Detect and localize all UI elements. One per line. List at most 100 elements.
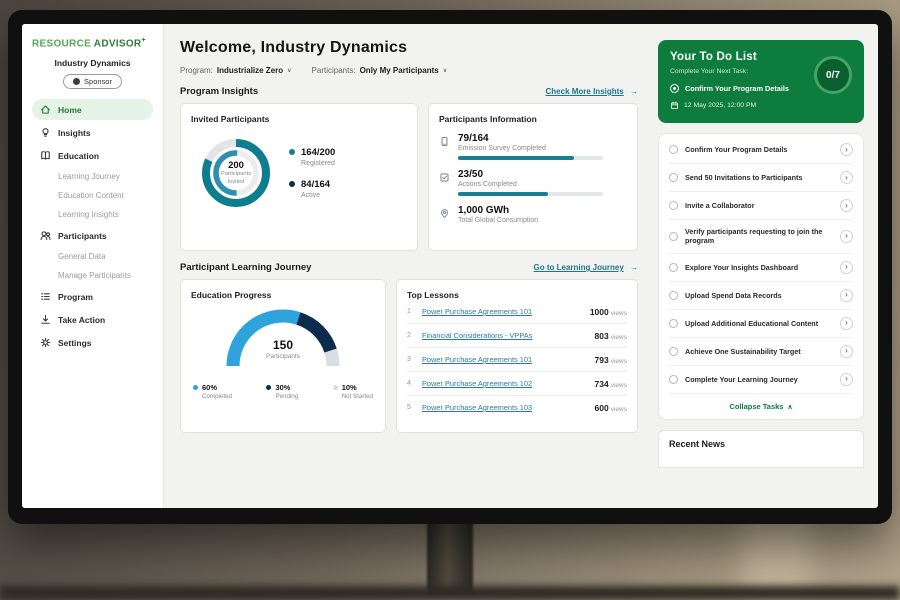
sidebar-item-program[interactable]: Program <box>32 286 153 307</box>
checkbox-icon[interactable] <box>669 375 678 384</box>
arrow-right-icon: → <box>630 263 638 272</box>
sidebar-item-label: Manage Participants <box>58 271 131 280</box>
chevron-right-icon[interactable]: › <box>840 289 853 302</box>
chevron-right-icon[interactable]: › <box>840 199 853 212</box>
lesson-link[interactable]: Power Purchase Agreements 101 <box>422 307 583 316</box>
radio-icon <box>670 84 679 93</box>
checkbox-icon[interactable] <box>669 232 678 241</box>
chevron-right-icon[interactable]: › <box>840 261 853 274</box>
lesson-link[interactable]: Power Purchase Agreements 102 <box>422 379 588 388</box>
gauge-center-label: Participants <box>219 353 347 360</box>
donut-legend: 164/200 Registered 84/164 Active <box>289 147 335 199</box>
sidebar-item-learning-insights[interactable]: Learning Insights <box>32 206 153 223</box>
legend-dot <box>193 385 198 390</box>
insights-cards: Invited Participants 200 Partic <box>180 103 638 251</box>
task-row[interactable]: Explore Your Insights Dashboard › <box>669 254 853 282</box>
sidebar: RESOURCE ADVISOR+ Industry Dynamics Spon… <box>22 24 164 508</box>
check-more-insights-link[interactable]: Check More Insights → <box>546 87 638 96</box>
checkbox-icon[interactable] <box>669 319 678 328</box>
chevron-right-icon[interactable]: › <box>840 373 853 386</box>
lesson-row[interactable]: 3 Power Purchase Agreements 101 793views <box>407 348 627 372</box>
participants-filter-dropdown[interactable]: Participants: Only My Participants ∨ <box>312 66 448 75</box>
go-to-learning-journey-link[interactable]: Go to Learning Journey → <box>534 263 638 272</box>
lesson-row[interactable]: 2 Financial Considerations - VPPAs 803vi… <box>407 324 627 348</box>
arrow-right-icon: → <box>630 87 638 96</box>
legend-label: Registered <box>301 160 335 167</box>
legend-dot <box>289 181 295 187</box>
sidebar-item-learning-journey[interactable]: Learning Journey <box>32 168 153 185</box>
filter-value: Only My Participants <box>360 66 439 75</box>
task-label: Confirm Your Program Details <box>685 145 833 154</box>
sidebar-item-settings[interactable]: Settings <box>32 332 153 353</box>
desk-edge <box>0 586 900 600</box>
legend-item-completed: 60% Completed <box>193 383 232 400</box>
filter-value: Industrialize Zero <box>217 66 283 75</box>
lesson-views: 734views <box>595 379 627 389</box>
stat-value: 1,000 GWh <box>458 205 538 216</box>
lesson-row[interactable]: 4 Power Purchase Agreements 102 734views <box>407 372 627 396</box>
stat-label: Emission Survey Completed <box>458 145 603 152</box>
program-filter-dropdown[interactable]: Program: Industrialize Zero ∨ <box>180 66 292 75</box>
sidebar-item-label: Take Action <box>58 315 105 325</box>
lesson-rank: 1 <box>407 308 415 315</box>
checkbox-icon[interactable] <box>669 201 678 210</box>
sidebar-item-manage-participants[interactable]: Manage Participants <box>32 267 153 284</box>
sidebar-item-take-action[interactable]: Take Action <box>32 309 153 330</box>
todo-due-date: 12 May 2025, 12:00 PM <box>670 101 852 110</box>
sidebar-item-home[interactable]: Home <box>32 99 153 120</box>
checkbox-icon[interactable] <box>669 173 678 182</box>
task-row[interactable]: Send 50 Invitations to Participants › <box>669 164 853 192</box>
task-row[interactable]: Achieve One Sustainability Target › <box>669 338 853 366</box>
checkbox-icon[interactable] <box>669 263 678 272</box>
pin-icon <box>439 206 450 217</box>
legend-dot <box>266 385 271 390</box>
task-label: Upload Additional Educational Content <box>685 319 833 328</box>
chevron-right-icon[interactable]: › <box>840 345 853 358</box>
chevron-right-icon[interactable]: › <box>840 317 853 330</box>
lesson-row[interactable]: 5 Power Purchase Agreements 103 600views <box>407 396 627 419</box>
sidebar-item-education-content[interactable]: Education Content <box>32 187 153 204</box>
invited-donut-chart: 200 Participants Invited <box>197 134 275 212</box>
list-icon <box>40 291 51 302</box>
task-row[interactable]: Invite a Collaborator › <box>669 192 853 220</box>
lesson-link[interactable]: Power Purchase Agreements 103 <box>422 403 588 412</box>
card-title: Invited Participants <box>191 114 407 124</box>
task-row[interactable]: Verify participants requesting to join t… <box>669 220 853 254</box>
sidebar-item-insights[interactable]: Insights <box>32 122 153 143</box>
sponsor-badge[interactable]: Sponsor <box>63 74 122 89</box>
donut-center-value: 200 <box>228 160 244 171</box>
sidebar-item-participants[interactable]: Participants <box>32 225 153 246</box>
task-row[interactable]: Upload Additional Educational Content › <box>669 310 853 338</box>
sidebar-item-label: Settings <box>58 338 92 348</box>
legend-item-not-started: 10% Not Started <box>333 383 373 400</box>
participants-information-card: Participants Information 79/164 Emission… <box>428 103 638 251</box>
education-gauge-chart: 150 Participants <box>219 306 347 375</box>
legend-value: 60% <box>202 383 232 392</box>
lesson-row[interactable]: 1 Power Purchase Agreements 101 1000view… <box>407 300 627 324</box>
chevron-right-icon[interactable]: › <box>840 143 853 156</box>
lesson-rank: 3 <box>407 356 415 363</box>
task-row[interactable]: Complete Your Learning Journey › <box>669 366 853 394</box>
lesson-rank: 5 <box>407 404 415 411</box>
task-label: Upload Spend Data Records <box>685 291 833 300</box>
org-name: Industry Dynamics <box>32 58 153 68</box>
legend-value: 164/200 <box>301 147 335 158</box>
task-row[interactable]: Upload Spend Data Records › <box>669 282 853 310</box>
sidebar-item-education[interactable]: Education <box>32 145 153 166</box>
sidebar-item-general-data[interactable]: General Data <box>32 248 153 265</box>
collapse-tasks-link[interactable]: Collapse Tasks∧ <box>669 394 853 419</box>
section-title: Participant Learning Journey <box>180 262 311 273</box>
checkbox-icon[interactable] <box>669 145 678 154</box>
lesson-link[interactable]: Financial Considerations - VPPAs <box>422 331 588 340</box>
lesson-views: 600views <box>595 403 627 413</box>
task-row[interactable]: Confirm Your Program Details › <box>669 136 853 164</box>
lesson-rank: 2 <box>407 332 415 339</box>
todo-next-task[interactable]: Confirm Your Program Details <box>670 84 810 93</box>
checkbox-icon[interactable] <box>669 347 678 356</box>
legend-value: 10% <box>342 383 373 392</box>
lesson-link[interactable]: Power Purchase Agreements 101 <box>422 355 588 364</box>
chevron-right-icon[interactable]: › <box>840 171 853 184</box>
chevron-right-icon[interactable]: › <box>840 230 853 243</box>
card-title: Participants Information <box>439 114 627 124</box>
checkbox-icon[interactable] <box>669 291 678 300</box>
